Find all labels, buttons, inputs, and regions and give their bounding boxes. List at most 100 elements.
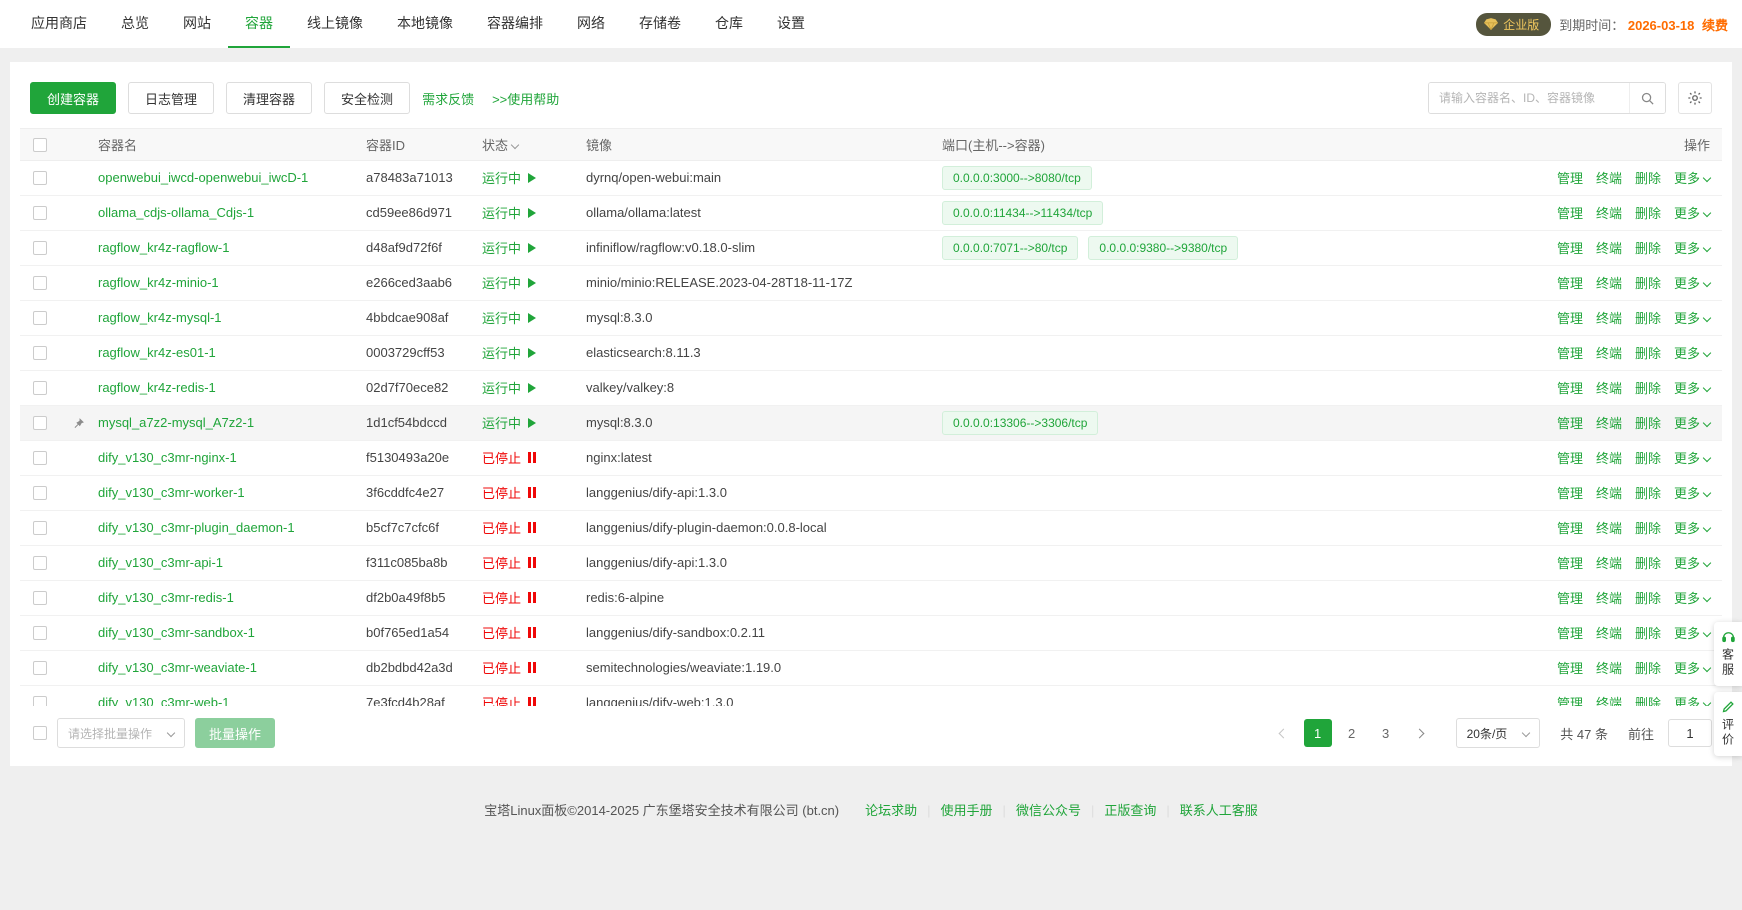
footer-link[interactable]: 联系人工客服 xyxy=(1180,803,1258,818)
container-name-link[interactable]: ragflow_kr4z-mysql-1 xyxy=(98,310,222,325)
action-delete[interactable]: 删除 xyxy=(1635,241,1661,256)
action-more[interactable]: 更多 xyxy=(1674,416,1710,431)
row-checkbox[interactable] xyxy=(33,451,47,465)
action-manage[interactable]: 管理 xyxy=(1557,206,1583,221)
action-terminal[interactable]: 终端 xyxy=(1596,591,1622,606)
clean-container-button[interactable]: 清理容器 xyxy=(226,82,312,114)
action-delete[interactable]: 删除 xyxy=(1635,206,1661,221)
page-button[interactable]: 2 xyxy=(1338,719,1366,747)
action-terminal[interactable]: 终端 xyxy=(1596,451,1622,466)
action-manage[interactable]: 管理 xyxy=(1557,276,1583,291)
action-manage[interactable]: 管理 xyxy=(1557,521,1583,536)
container-name-link[interactable]: dify_v130_c3mr-worker-1 xyxy=(98,485,245,500)
action-terminal[interactable]: 终端 xyxy=(1596,346,1622,361)
footer-link[interactable]: 正版查询 xyxy=(1104,803,1156,818)
action-more[interactable]: 更多 xyxy=(1674,206,1710,221)
container-name-link[interactable]: dify_v130_c3mr-web-1 xyxy=(98,695,230,706)
action-manage[interactable]: 管理 xyxy=(1557,416,1583,431)
action-more[interactable]: 更多 xyxy=(1674,521,1710,536)
action-more[interactable]: 更多 xyxy=(1674,311,1710,326)
log-manage-button[interactable]: 日志管理 xyxy=(128,82,214,114)
page-size-select[interactable]: 20条/页 xyxy=(1456,718,1541,748)
action-delete[interactable]: 删除 xyxy=(1635,451,1661,466)
edition-badge[interactable]: 企业版 xyxy=(1476,13,1551,36)
container-name-link[interactable]: dify_v130_c3mr-redis-1 xyxy=(98,590,234,605)
row-checkbox[interactable] xyxy=(33,276,47,290)
nav-item[interactable]: 总览 xyxy=(104,0,166,48)
row-checkbox[interactable] xyxy=(33,486,47,500)
container-name-link[interactable]: openwebui_iwcd-openwebui_iwcD-1 xyxy=(98,170,308,185)
action-delete[interactable]: 删除 xyxy=(1635,521,1661,536)
settings-button[interactable] xyxy=(1678,82,1712,114)
nav-item[interactable]: 仓库 xyxy=(698,0,760,48)
select-all-checkbox[interactable] xyxy=(33,138,47,152)
action-manage[interactable]: 管理 xyxy=(1557,346,1583,361)
row-checkbox[interactable] xyxy=(33,521,47,535)
row-checkbox[interactable] xyxy=(33,696,47,706)
action-manage[interactable]: 管理 xyxy=(1557,311,1583,326)
nav-item[interactable]: 网站 xyxy=(166,0,228,48)
page-button[interactable]: 1 xyxy=(1304,719,1332,747)
action-terminal[interactable]: 终端 xyxy=(1596,696,1622,706)
nav-item[interactable]: 本地镜像 xyxy=(380,0,470,48)
action-terminal[interactable]: 终端 xyxy=(1596,486,1622,501)
action-more[interactable]: 更多 xyxy=(1674,451,1710,466)
action-terminal[interactable]: 终端 xyxy=(1596,556,1622,571)
action-delete[interactable]: 删除 xyxy=(1635,346,1661,361)
action-delete[interactable]: 删除 xyxy=(1635,626,1661,641)
action-manage[interactable]: 管理 xyxy=(1557,556,1583,571)
action-manage[interactable]: 管理 xyxy=(1557,661,1583,676)
page-button[interactable]: 3 xyxy=(1372,719,1400,747)
container-name-link[interactable]: dify_v130_c3mr-sandbox-1 xyxy=(98,625,255,640)
nav-item[interactable]: 线上镜像 xyxy=(290,0,380,48)
action-manage[interactable]: 管理 xyxy=(1557,241,1583,256)
action-delete[interactable]: 删除 xyxy=(1635,381,1661,396)
container-name-link[interactable]: ragflow_kr4z-minio-1 xyxy=(98,275,219,290)
container-name-link[interactable]: ragflow_kr4z-ragflow-1 xyxy=(98,240,230,255)
action-terminal[interactable]: 终端 xyxy=(1596,311,1622,326)
action-more[interactable]: 更多 xyxy=(1674,346,1710,361)
action-manage[interactable]: 管理 xyxy=(1557,381,1583,396)
nav-item[interactable]: 容器 xyxy=(228,0,290,48)
action-manage[interactable]: 管理 xyxy=(1557,171,1583,186)
action-terminal[interactable]: 终端 xyxy=(1596,521,1622,536)
row-checkbox[interactable] xyxy=(33,661,47,675)
action-more[interactable]: 更多 xyxy=(1674,171,1710,186)
next-page-button[interactable] xyxy=(1406,719,1434,747)
action-delete[interactable]: 删除 xyxy=(1635,311,1661,326)
action-more[interactable]: 更多 xyxy=(1674,556,1710,571)
create-container-button[interactable]: 创建容器 xyxy=(30,82,116,114)
row-checkbox[interactable] xyxy=(33,311,47,325)
nav-item[interactable]: 存储卷 xyxy=(622,0,698,48)
footer-link[interactable]: 论坛求助 xyxy=(865,803,917,818)
row-checkbox[interactable] xyxy=(33,241,47,255)
row-checkbox[interactable] xyxy=(33,626,47,640)
container-name-link[interactable]: ragflow_kr4z-redis-1 xyxy=(98,380,216,395)
action-more[interactable]: 更多 xyxy=(1674,486,1710,501)
row-checkbox[interactable] xyxy=(33,416,47,430)
security-check-button[interactable]: 安全检测 xyxy=(324,82,410,114)
footer-link[interactable]: 使用手册 xyxy=(941,803,993,818)
action-terminal[interactable]: 终端 xyxy=(1596,381,1622,396)
action-more[interactable]: 更多 xyxy=(1674,591,1710,606)
action-manage[interactable]: 管理 xyxy=(1557,626,1583,641)
action-more[interactable]: 更多 xyxy=(1674,276,1710,291)
container-name-link[interactable]: dify_v130_c3mr-api-1 xyxy=(98,555,223,570)
action-terminal[interactable]: 终端 xyxy=(1596,206,1622,221)
container-name-link[interactable]: ollama_cdjs-ollama_Cdjs-1 xyxy=(98,205,254,220)
customer-service-button[interactable]: 客服 xyxy=(1714,622,1742,686)
goto-page-input[interactable] xyxy=(1668,719,1712,747)
action-manage[interactable]: 管理 xyxy=(1557,451,1583,466)
row-checkbox[interactable] xyxy=(33,206,47,220)
action-more[interactable]: 更多 xyxy=(1674,696,1710,706)
action-delete[interactable]: 删除 xyxy=(1635,416,1661,431)
nav-item[interactable]: 网络 xyxy=(560,0,622,48)
footer-link[interactable]: 微信公众号 xyxy=(1016,803,1081,818)
action-delete[interactable]: 删除 xyxy=(1635,661,1661,676)
search-input[interactable] xyxy=(1429,83,1629,113)
prev-page-button[interactable] xyxy=(1270,719,1298,747)
action-more[interactable]: 更多 xyxy=(1674,381,1710,396)
action-delete[interactable]: 删除 xyxy=(1635,696,1661,706)
batch-action-select[interactable]: 请选择批量操作 xyxy=(57,718,185,748)
action-more[interactable]: 更多 xyxy=(1674,241,1710,256)
